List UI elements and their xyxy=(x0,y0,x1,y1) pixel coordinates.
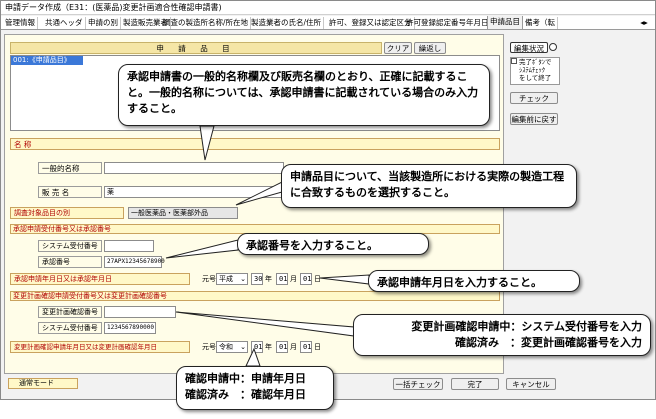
pointer-c5 xyxy=(175,311,355,337)
callout-pointers xyxy=(165,125,370,367)
callout-change-number: 変更計画確認申請中：システム受付番号を入力 確認済み ：変更計画確認番号を入力 xyxy=(353,314,651,356)
callout-change-number-line2: 確認済み ：変更計画確認番号を入力 xyxy=(455,336,642,349)
callout-name-instruction: 承認申請書の一般的名称欄及び販売名欄のとおり、正確に記載すること。一般的名称につ… xyxy=(118,64,490,126)
callout-date-line1: 確認申請中：申請年月日 xyxy=(185,372,306,385)
callout-approval-number: 承認番号を入力すること。 xyxy=(237,233,429,255)
pointer-c6 xyxy=(245,347,261,367)
pointer-c4 xyxy=(319,274,370,285)
pointer-c1 xyxy=(199,125,215,161)
pointer-c3 xyxy=(165,239,239,259)
pointer-c2 xyxy=(235,181,283,206)
callout-approval-date: 承認申請年月日を入力すること。 xyxy=(368,270,580,292)
callout-category-instruction: 申請品目について、当該製造所における実際の製造工程に合致するものを選択すること。 xyxy=(281,164,577,208)
callout-date-line2: 確認済み ：確認年月日 xyxy=(185,388,306,401)
callout-change-number-line1: 変更計画確認申請中：システム受付番号を入力 xyxy=(411,320,642,333)
callout-date-instruction: 確認申請中：申請年月日 確認済み ：確認年月日 xyxy=(176,366,334,410)
